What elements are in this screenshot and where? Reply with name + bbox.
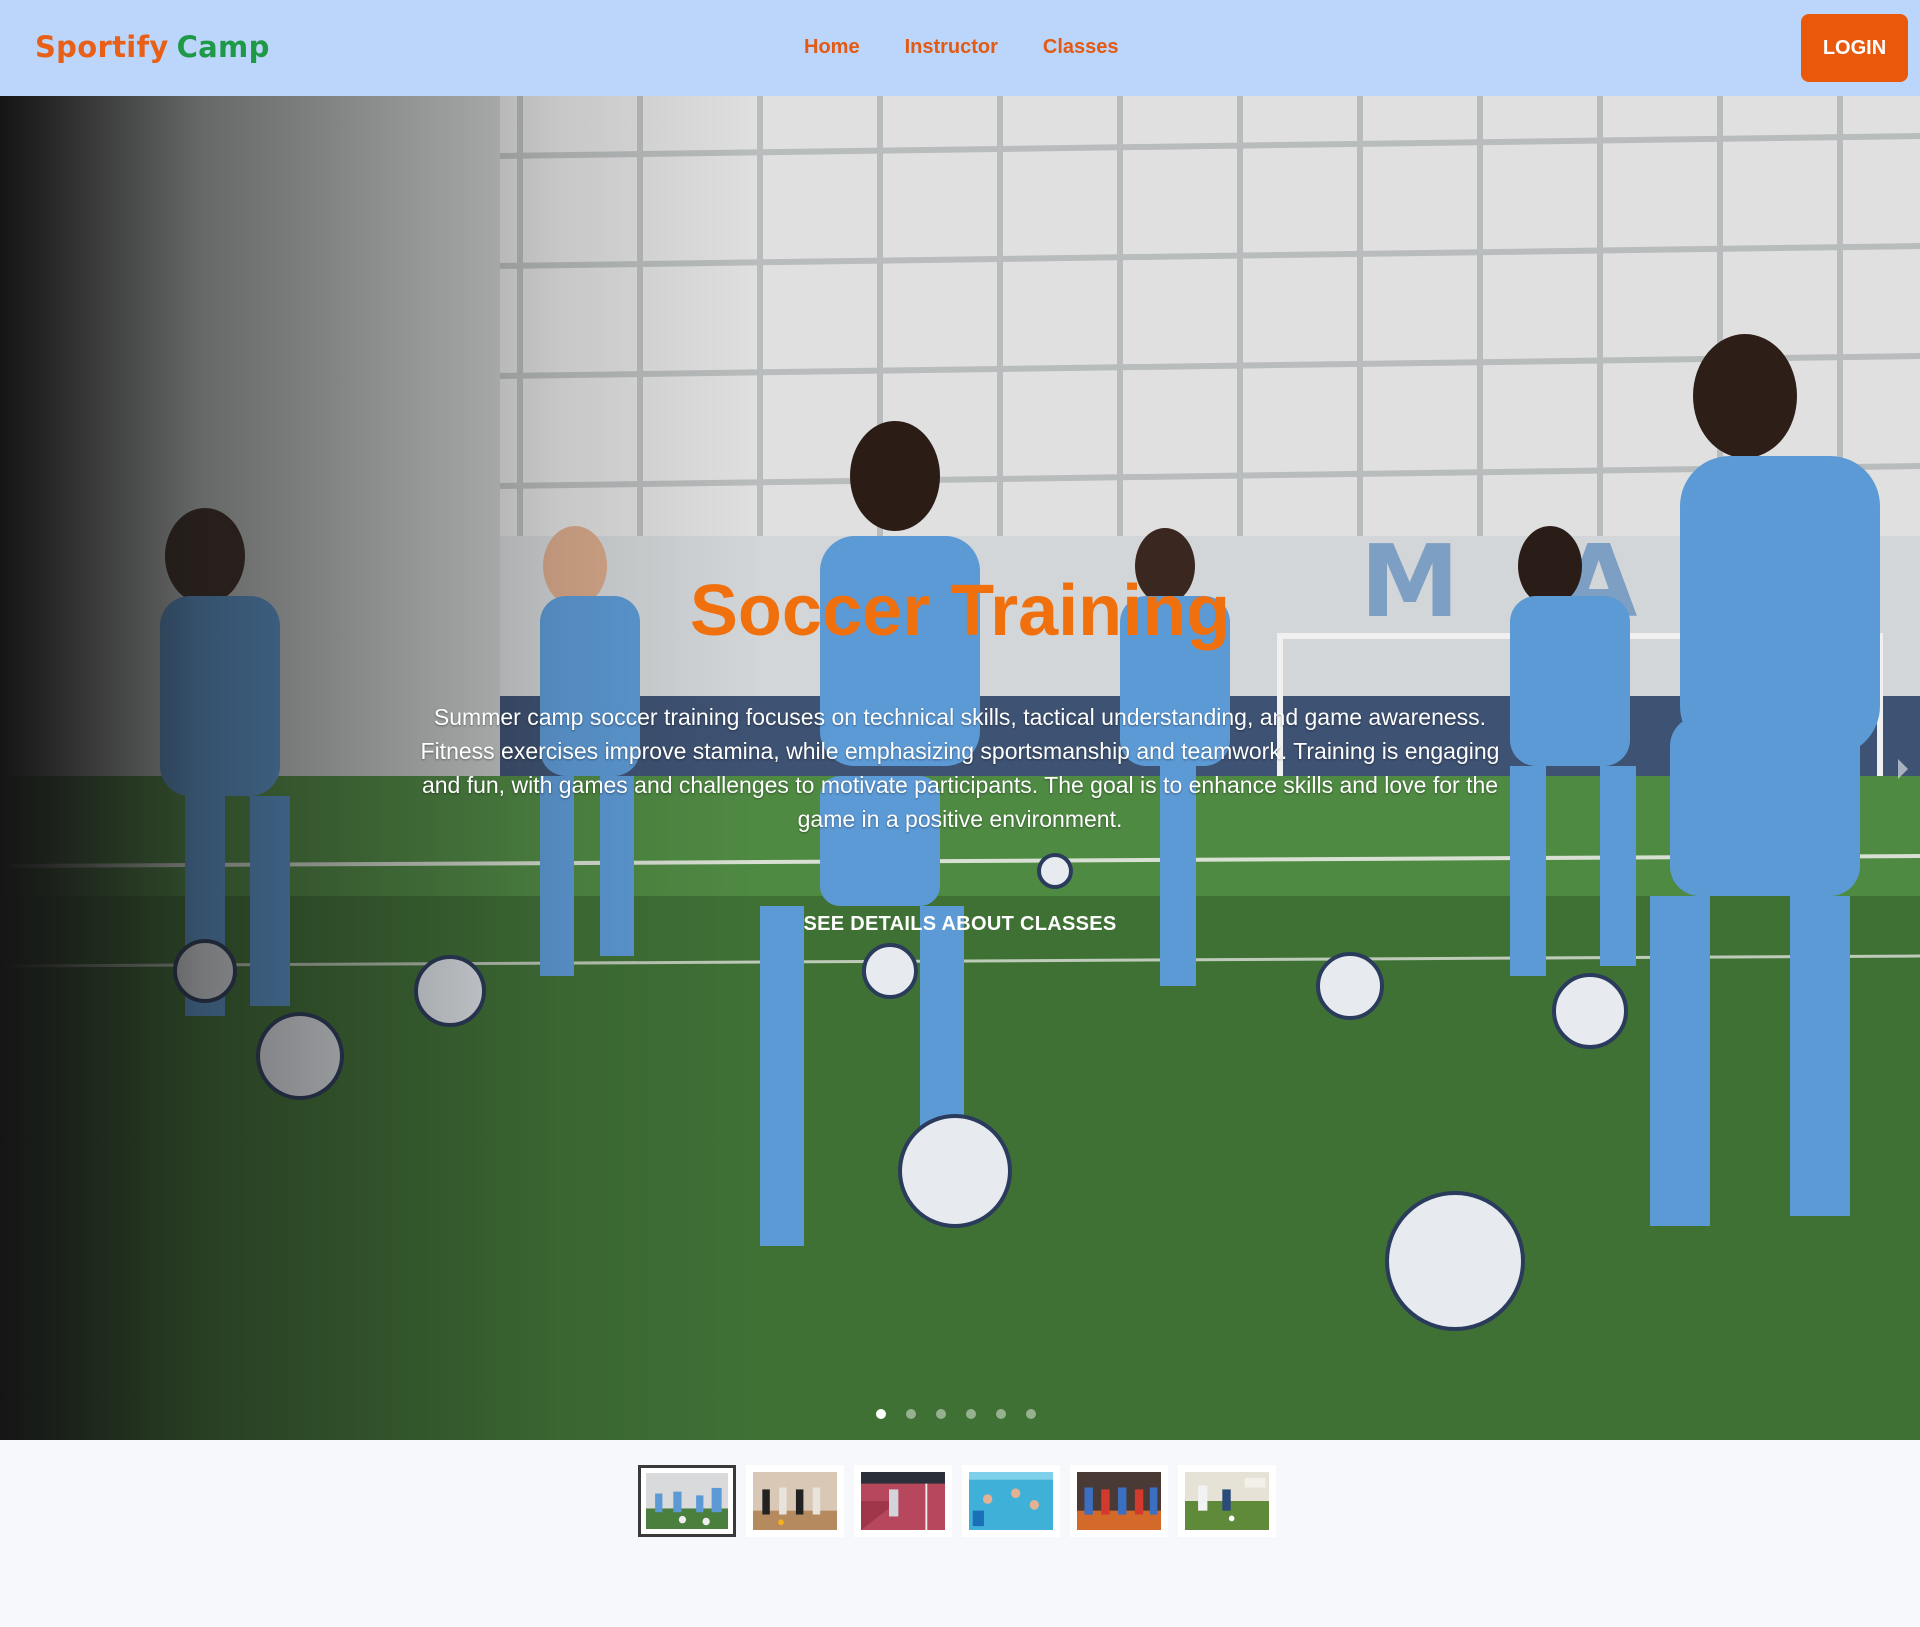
- golf-thumbnail[interactable]: [1178, 1465, 1276, 1537]
- nav-link-classes[interactable]: Classes: [1043, 36, 1119, 59]
- hero-description: Summer camp soccer training focuses on t…: [420, 704, 1500, 832]
- thumbnail-strip: [638, 1465, 1276, 1537]
- tennis-thumbnail[interactable]: [854, 1465, 952, 1537]
- brand-logo[interactable]: Sportify Camp: [35, 30, 270, 64]
- carousel-dot[interactable]: [876, 1409, 886, 1419]
- navbar: Sportify Camp Home Instructor Classes LOG…: [0, 0, 1920, 96]
- login-button[interactable]: LOGIN: [1801, 14, 1908, 82]
- next-slide-icon[interactable]: [1896, 756, 1910, 782]
- hero-title: Soccer Training: [689, 571, 1231, 651]
- tennis-image: [861, 1472, 945, 1530]
- carousel-dot[interactable]: [966, 1409, 976, 1419]
- dance-image: [753, 1472, 837, 1530]
- carousel-dot[interactable]: [936, 1409, 946, 1419]
- soccer-image: [646, 1473, 728, 1529]
- swimming-thumbnail[interactable]: [962, 1465, 1060, 1537]
- soccer-thumbnail[interactable]: [638, 1465, 736, 1537]
- hero-carousel: M A: [0, 96, 1920, 1440]
- see-details-button[interactable]: SEE DETAILS ABOUT CLASSES: [760, 906, 1160, 942]
- brand-name-part2: Camp: [176, 30, 270, 64]
- dance-thumbnail[interactable]: [746, 1465, 844, 1537]
- carousel-dots: [876, 1409, 1036, 1419]
- swimming-image: [969, 1472, 1053, 1530]
- nav-link-home[interactable]: Home: [804, 36, 860, 59]
- carousel-dot[interactable]: [906, 1409, 916, 1419]
- brand-name-part1: Sportify: [35, 30, 169, 64]
- carousel-dot[interactable]: [1026, 1409, 1036, 1419]
- basketball-image: [1077, 1472, 1161, 1530]
- nav-link-instructor[interactable]: Instructor: [905, 36, 998, 59]
- basketball-thumbnail[interactable]: [1070, 1465, 1168, 1537]
- carousel-dot[interactable]: [996, 1409, 1006, 1419]
- main-nav: Home Instructor Classes: [804, 36, 1119, 59]
- golf-image: [1185, 1472, 1269, 1530]
